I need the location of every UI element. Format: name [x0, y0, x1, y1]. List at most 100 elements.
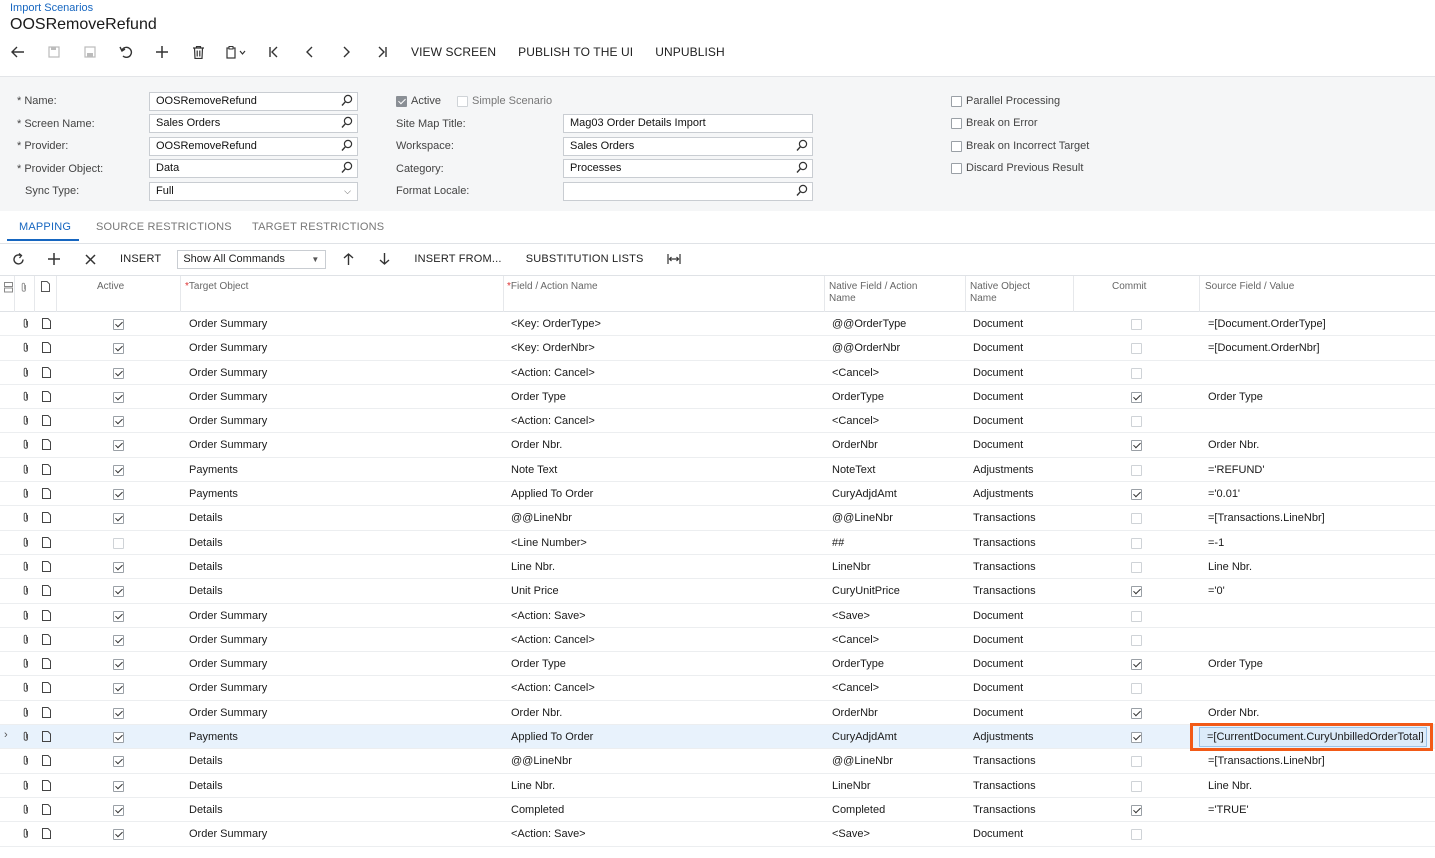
name-field[interactable]: OOSRemoveRefund: [149, 92, 358, 111]
row-active-checkbox[interactable]: [113, 610, 124, 622]
add-row-icon[interactable]: [36, 247, 72, 271]
row-active-checkbox[interactable]: [113, 586, 124, 598]
source-field-cell[interactable]: ='REFUND': [1208, 464, 1264, 476]
workspace-field[interactable]: Sales Orders: [563, 137, 813, 156]
field-name-cell[interactable]: Order Nbr.: [511, 439, 562, 451]
attachment-icon[interactable]: [22, 439, 32, 451]
note-icon[interactable]: [42, 585, 52, 597]
note-icon[interactable]: [42, 682, 52, 694]
note-icon[interactable]: [42, 342, 52, 354]
row-active-checkbox[interactable]: [113, 804, 124, 816]
row-selector-icon[interactable]: [4, 282, 14, 294]
delete-icon[interactable]: [180, 40, 216, 64]
note-icon[interactable]: [42, 318, 52, 330]
note-icon[interactable]: [42, 415, 52, 427]
source-field-cell[interactable]: =[Transactions.LineNbr]: [1208, 755, 1325, 767]
attachment-icon[interactable]: [22, 318, 32, 330]
column-header-target-object[interactable]: *Target Object: [185, 281, 248, 293]
site-map-title-field[interactable]: Mag03 Order Details Import: [563, 114, 813, 133]
target-object-cell[interactable]: Order Summary: [189, 682, 267, 694]
table-row[interactable]: Order Summary <Key: OrderType> @@OrderType…: [0, 312, 1435, 337]
target-object-cell[interactable]: Details: [189, 585, 223, 597]
move-down-icon[interactable]: [366, 247, 402, 271]
format-locale-field[interactable]: [563, 182, 813, 201]
first-record-icon[interactable]: [256, 40, 292, 64]
row-active-checkbox[interactable]: [113, 343, 124, 355]
commands-select[interactable]: Show All Commands ▼: [177, 249, 327, 269]
row-commit-checkbox[interactable]: [1131, 586, 1142, 598]
row-active-checkbox[interactable]: [113, 732, 124, 744]
field-name-cell[interactable]: Order Type: [511, 391, 566, 403]
row-active-checkbox[interactable]: [113, 659, 124, 671]
field-name-cell[interactable]: <Action: Cancel>: [511, 367, 595, 379]
attachment-icon[interactable]: [22, 464, 32, 476]
row-active-checkbox[interactable]: [113, 537, 124, 549]
table-row[interactable]: Order Summary <Action: Cancel> <Cancel> Doc…: [0, 361, 1435, 385]
table-row[interactable]: Order Summary <Action: Cancel> <Cancel> Doc…: [0, 409, 1435, 434]
row-active-checkbox[interactable]: [113, 780, 124, 792]
field-name-cell[interactable]: Line Nbr.: [511, 780, 555, 792]
search-icon[interactable]: [341, 161, 353, 175]
save-close-icon[interactable]: [36, 40, 72, 64]
row-commit-checkbox[interactable]: [1131, 367, 1142, 379]
attachment-icon[interactable]: [22, 342, 32, 354]
row-commit-checkbox[interactable]: [1131, 756, 1142, 768]
target-object-cell[interactable]: Order Summary: [189, 415, 267, 427]
field-name-cell[interactable]: Note Text: [511, 464, 557, 476]
source-field-cell[interactable]: Line Nbr.: [1208, 561, 1252, 573]
target-object-cell[interactable]: Details: [189, 755, 223, 767]
save-icon[interactable]: [72, 40, 108, 64]
attachment-icon[interactable]: [22, 391, 32, 403]
publish-button[interactable]: PUBLISH TO THE UI: [507, 40, 644, 64]
note-icon[interactable]: [42, 731, 52, 743]
table-row[interactable]: Order Summary <Action: Save> <Save> Documen…: [0, 822, 1435, 847]
attachment-icon[interactable]: [22, 537, 32, 549]
note-icon[interactable]: [42, 463, 52, 476]
field-name-cell[interactable]: <Action: Cancel>: [511, 682, 595, 694]
category-field[interactable]: Processes: [563, 159, 813, 178]
view-screen-button[interactable]: VIEW SCREEN: [400, 40, 507, 64]
attachment-icon[interactable]: [22, 828, 32, 840]
target-object-cell[interactable]: Details: [189, 780, 223, 792]
next-record-icon[interactable]: [328, 40, 364, 64]
attachment-icon[interactable]: [22, 512, 32, 524]
field-name-cell[interactable]: @@LineNbr: [511, 755, 572, 767]
screen-name-field[interactable]: Sales Orders: [149, 114, 358, 133]
table-row[interactable]: Payments Note Text NoteText Adjustments ='RE…: [0, 458, 1435, 483]
source-field-cell[interactable]: ='0': [1208, 585, 1225, 597]
attachment-icon[interactable]: [22, 585, 32, 597]
row-commit-checkbox[interactable]: [1131, 489, 1142, 501]
row-active-checkbox[interactable]: [113, 561, 124, 573]
target-object-cell[interactable]: Order Summary: [189, 342, 267, 354]
table-row[interactable]: Details Unit Price CuryUnitPrice Transactio…: [0, 579, 1435, 604]
table-row[interactable]: Payments Applied To Order CuryAdjdAmt Adjus…: [0, 482, 1435, 507]
source-field-cell[interactable]: =[Document.OrderType]: [1208, 318, 1326, 330]
target-object-cell[interactable]: Order Summary: [189, 318, 267, 330]
note-icon[interactable]: [42, 488, 52, 500]
column-header-source-field[interactable]: Source Field / Value: [1205, 281, 1294, 293]
refresh-icon[interactable]: [0, 247, 36, 271]
source-field-cell[interactable]: =[Document.OrderNbr]: [1208, 342, 1320, 354]
field-name-cell[interactable]: <Key: OrderType>: [511, 318, 601, 330]
substitution-lists-button[interactable]: SUBSTITUTION LISTS: [514, 253, 656, 265]
column-header-native-field[interactable]: Native Field / Action Name: [829, 281, 917, 305]
undo-icon[interactable]: [108, 40, 144, 64]
table-row[interactable]: Details @@LineNbr @@LineNbr Transactions =[T…: [0, 749, 1435, 774]
column-header-field-name[interactable]: *Field / Action Name: [507, 281, 598, 293]
table-row[interactable]: Order Summary Order Type OrderType Document…: [0, 385, 1435, 410]
break-on-error-checkbox[interactable]: [951, 118, 962, 129]
source-field-cell[interactable]: ='TRUE': [1208, 804, 1249, 816]
target-object-cell[interactable]: Payments: [189, 731, 238, 743]
note-icon[interactable]: [42, 706, 52, 719]
target-object-cell[interactable]: Details: [189, 512, 223, 524]
table-row[interactable]: Order Summary <Action: Cancel> <Cancel> Doc…: [0, 676, 1435, 701]
last-record-icon[interactable]: [364, 40, 400, 64]
add-icon[interactable]: [144, 40, 180, 64]
row-commit-checkbox[interactable]: [1131, 707, 1142, 719]
target-object-cell[interactable]: Order Summary: [189, 439, 267, 451]
source-field-cell[interactable]: =[Transactions.LineNbr]: [1208, 512, 1325, 524]
target-object-cell[interactable]: Order Summary: [189, 367, 267, 379]
note-icon[interactable]: [42, 536, 52, 549]
target-object-cell[interactable]: Order Summary: [189, 707, 267, 719]
row-active-checkbox[interactable]: [113, 634, 124, 646]
